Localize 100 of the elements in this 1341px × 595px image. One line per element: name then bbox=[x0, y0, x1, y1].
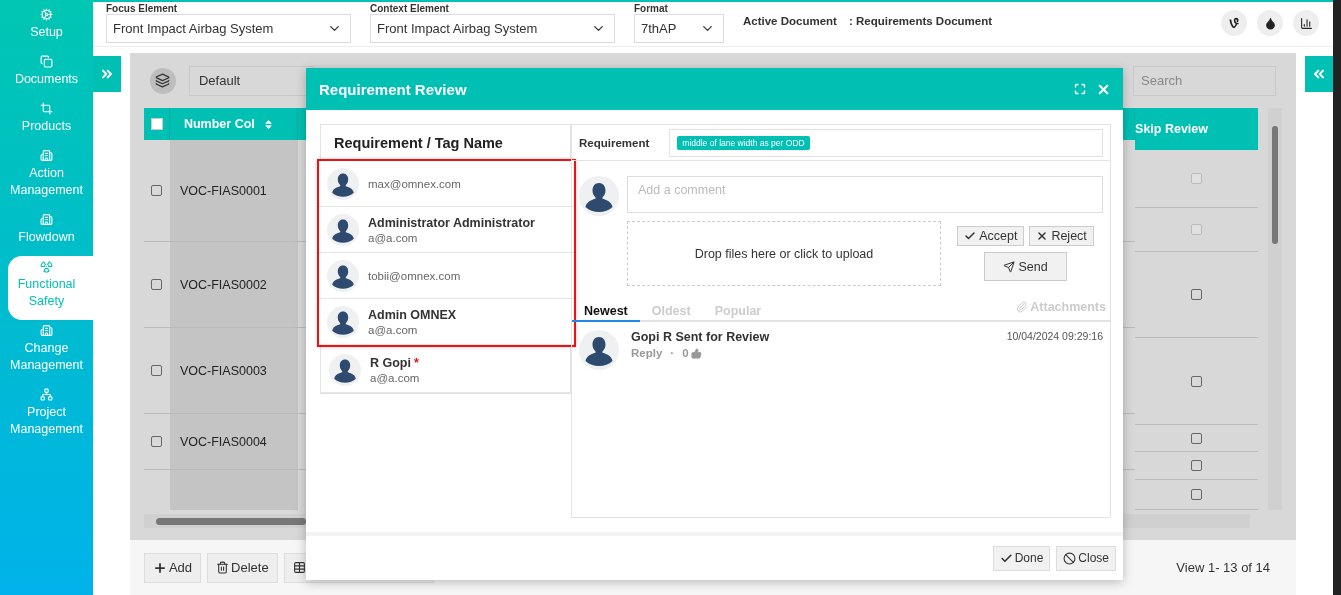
layers-button[interactable] bbox=[149, 67, 176, 94]
checkbox[interactable] bbox=[1191, 432, 1203, 444]
dropdown[interactable]: Front Impact Airbag System bbox=[106, 14, 351, 43]
table-icon bbox=[292, 561, 306, 574]
sidebar-item-label: Setup bbox=[30, 24, 63, 41]
comment-text: Gopi R Sent for Review bbox=[631, 330, 770, 344]
user-list-item[interactable]: tobii@omnex.com bbox=[319, 253, 574, 299]
v-logo-button[interactable] bbox=[1221, 10, 1247, 36]
checkbox[interactable] bbox=[1191, 375, 1203, 387]
sidebar-item-label: Project Management bbox=[9, 404, 84, 438]
comment-field[interactable]: Add a comment bbox=[627, 176, 1103, 213]
sidebar-item-label: Functional Safety bbox=[16, 276, 77, 310]
dropdown[interactable]: Front Impact Airbag System bbox=[370, 14, 615, 43]
active-document-value: : Requirements Document bbox=[848, 15, 993, 27]
sidebar-item-label: Action Management bbox=[9, 165, 84, 199]
requirement-tag: middle of lane width as per ODD bbox=[677, 135, 810, 150]
user-email: a@a.com bbox=[368, 231, 419, 244]
user-email: a@a.com bbox=[370, 371, 420, 384]
avatar-icon bbox=[327, 167, 359, 200]
action-button[interactable]: Send bbox=[984, 252, 1067, 281]
checkbox[interactable] bbox=[1191, 489, 1203, 500]
gear-icon bbox=[40, 8, 53, 21]
user-list-item[interactable]: R Gopi * a@a.com bbox=[321, 347, 570, 393]
avatar-icon bbox=[327, 305, 359, 338]
check-icon bbox=[964, 230, 977, 242]
toolbar-button[interactable]: Add bbox=[143, 552, 202, 583]
send-icon bbox=[1003, 260, 1016, 273]
check-icon bbox=[999, 551, 1013, 565]
sort-icon[interactable] bbox=[262, 118, 274, 130]
avatar-icon bbox=[579, 330, 619, 370]
copy-icon bbox=[40, 55, 53, 68]
user-list-item[interactable]: Administrator Administrator a@a.com bbox=[319, 207, 574, 253]
dropdown[interactable]: 7thAP bbox=[634, 14, 724, 43]
v-logo-icon bbox=[1228, 17, 1240, 29]
comment-time: 10/04/2024 09:29:16 bbox=[1006, 330, 1103, 344]
crop-icon bbox=[40, 102, 53, 115]
row-checkbox[interactable] bbox=[151, 185, 163, 196]
bar-chart-button[interactable] bbox=[1293, 10, 1319, 36]
select-all-checkbox[interactable] bbox=[150, 118, 163, 130]
file-drop-zone[interactable]: Drop files here or click to upload bbox=[627, 221, 941, 286]
close-icon bbox=[1036, 230, 1049, 242]
table-cell: VOC-FIAS0002 bbox=[169, 242, 298, 327]
vertical-scrollbar[interactable] bbox=[1268, 108, 1283, 510]
user-email: a@a.com bbox=[368, 323, 419, 336]
sidebar-item-label: Flowdown bbox=[18, 229, 75, 246]
radiation-icon bbox=[40, 260, 53, 273]
sidebar-item-label: Change Management bbox=[9, 340, 84, 374]
user-name: R Gopi * bbox=[370, 355, 420, 370]
dialog-button[interactable]: Done bbox=[992, 545, 1051, 571]
required-marker: * bbox=[413, 355, 419, 370]
trash-icon bbox=[216, 561, 230, 574]
user-list-item[interactable]: Admin OMNEX a@a.com bbox=[319, 299, 574, 345]
field-label: Format bbox=[634, 3, 669, 14]
ban-icon bbox=[1063, 551, 1077, 565]
row-checkbox[interactable] bbox=[151, 436, 163, 447]
building-icon bbox=[40, 324, 53, 337]
avatar-icon bbox=[327, 259, 359, 292]
building-icon bbox=[40, 149, 53, 162]
user-list-item[interactable]: max@omnex.com bbox=[319, 161, 574, 207]
fullscreen-icon bbox=[1074, 83, 1086, 95]
dialog-title: Requirement Review bbox=[319, 80, 468, 98]
user-email: max@omnex.com bbox=[368, 177, 461, 190]
table-cell: VOC-FIAS0003 bbox=[169, 328, 298, 413]
droplet-icon bbox=[1263, 16, 1277, 30]
action-button[interactable]: Accept bbox=[957, 226, 1025, 246]
like-count: 0 bbox=[682, 347, 689, 359]
table-cell: VOC-FIAS0001 bbox=[169, 140, 298, 241]
user-email: tobii@omnex.com bbox=[368, 269, 461, 282]
user-name: Admin OMNEX bbox=[368, 307, 457, 322]
row-checkbox[interactable] bbox=[151, 279, 163, 290]
droplet-button[interactable] bbox=[1257, 10, 1283, 36]
action-button[interactable]: Reject bbox=[1029, 226, 1094, 246]
plus-icon bbox=[152, 560, 167, 575]
building-icon bbox=[40, 213, 53, 226]
user-name: Administrator Administrator bbox=[368, 215, 535, 230]
dialog-button[interactable]: Close bbox=[1056, 545, 1116, 571]
fullscreen-button[interactable] bbox=[1074, 83, 1086, 95]
row-checkbox[interactable] bbox=[151, 365, 163, 376]
paperclip-icon bbox=[1016, 301, 1029, 313]
active-document-label: Active Document bbox=[743, 15, 837, 27]
avatar-icon bbox=[327, 213, 359, 246]
sort-tab[interactable]: Newest bbox=[572, 302, 640, 322]
sidebar-item-label: Documents bbox=[14, 71, 79, 88]
sidebar-item-label: Products bbox=[21, 118, 72, 135]
avatar-icon bbox=[579, 176, 619, 216]
bar-chart-icon bbox=[1299, 16, 1313, 30]
thumbs-up-icon[interactable] bbox=[690, 347, 702, 359]
collapse-button[interactable] bbox=[1305, 56, 1333, 92]
hierarchy-icon bbox=[40, 388, 53, 401]
field-label: Focus Element bbox=[106, 3, 179, 14]
separator-dot: · bbox=[670, 347, 675, 359]
pager-text: View 1- 13 of 14 bbox=[1176, 560, 1271, 575]
avatar-icon bbox=[329, 353, 361, 386]
search-field[interactable]: Search bbox=[1133, 65, 1277, 96]
toolbar-button[interactable]: Delete bbox=[207, 552, 278, 583]
checkbox[interactable] bbox=[1191, 460, 1203, 471]
checkbox[interactable] bbox=[1191, 289, 1203, 300]
field-label: Context Element bbox=[370, 3, 450, 14]
requirement-label: Requirement bbox=[579, 136, 650, 149]
expand-button[interactable] bbox=[93, 56, 121, 92]
